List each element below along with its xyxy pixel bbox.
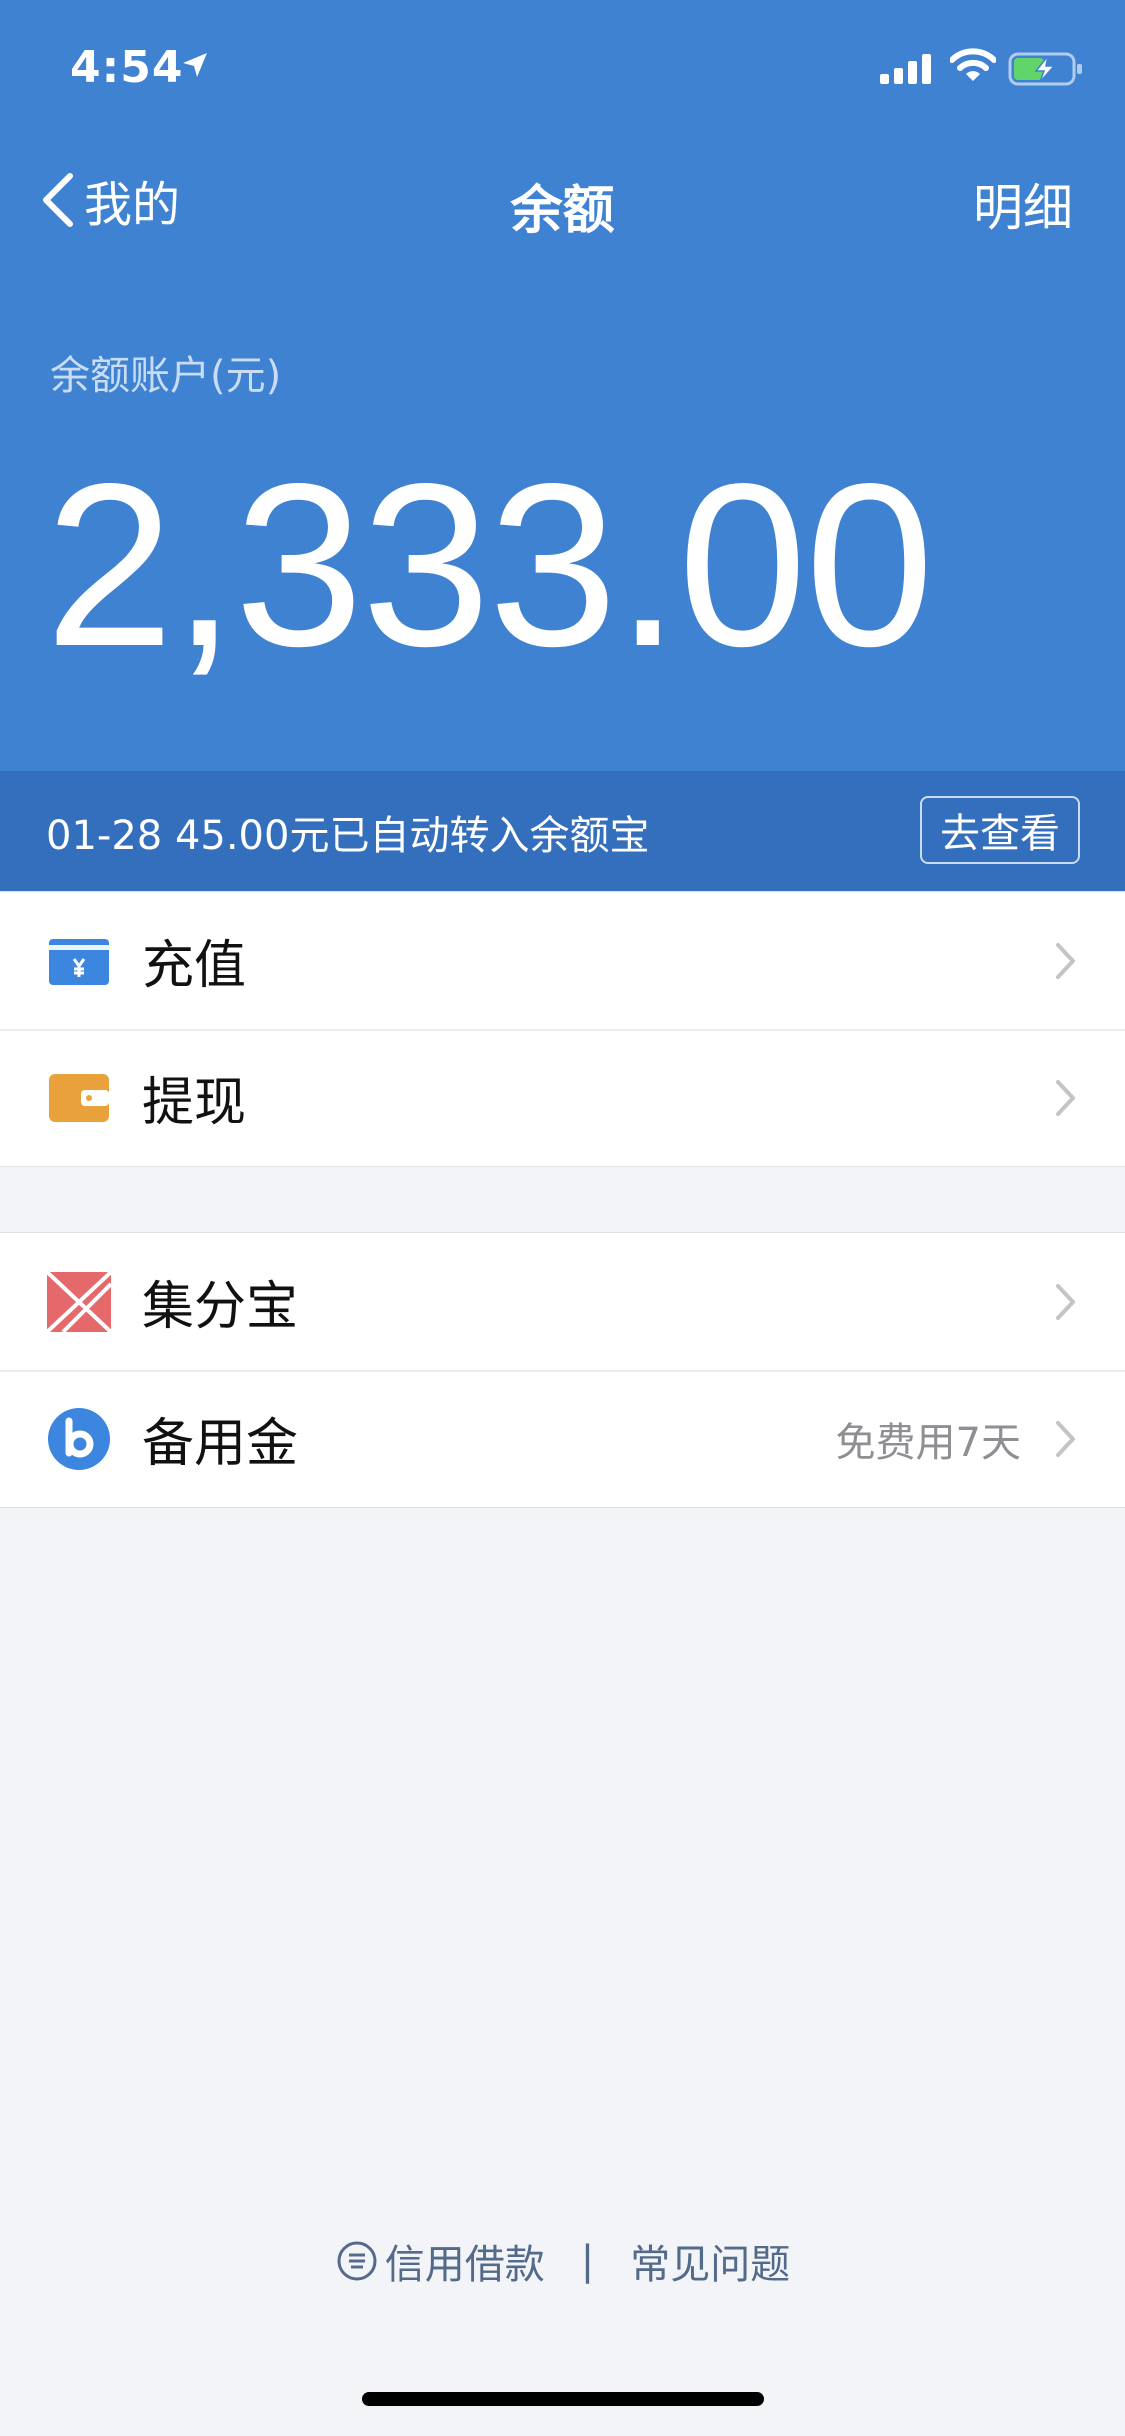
signal-icon: [880, 54, 931, 84]
status-time: 4:54: [70, 42, 184, 93]
banner-text: 01-28 45.00元已自动转入余额宝: [46, 813, 650, 859]
recharge-row[interactable]: 充值: [0, 892, 1125, 1029]
jifenbao-label: 集分宝: [142, 1277, 299, 1337]
location-arrow-icon: [183, 53, 207, 77]
beiyongjin-row[interactable]: 备用金 免费用7天: [0, 1370, 1125, 1507]
credit-loan-link[interactable]: 信用借款: [335, 2232, 545, 2290]
credit-loan-icon: [337, 2241, 377, 2281]
wifi-icon: [950, 48, 996, 81]
faq-link[interactable]: 常见问题: [630, 2232, 790, 2290]
chevron-right-icon: [1056, 943, 1075, 979]
chevron-right-icon: [1056, 1421, 1075, 1457]
footer-links: 信用借款 | 常见问题: [0, 2232, 1125, 2290]
withdraw-row[interactable]: 提现: [0, 1029, 1125, 1166]
home-indicator[interactable]: [362, 2392, 764, 2406]
withdraw-wallet-icon: [49, 1074, 109, 1122]
balance-label: 余额账户(元): [50, 353, 282, 399]
battery-charging-icon: [1008, 52, 1082, 86]
fund-actions-group: 充值 提现: [0, 891, 1125, 1167]
balance-amount: 2,333.00: [45, 436, 934, 695]
services-group: 集分宝 备用金 免费用7天: [0, 1232, 1125, 1508]
credit-loan-label: 信用借款: [384, 2242, 545, 2288]
auto-transfer-banner: 01-28 45.00元已自动转入余额宝 去查看: [0, 771, 1125, 891]
balance-header: 4:54 我的 余额 明细 余额账户(元) 2,333.00: [0, 0, 1125, 771]
back-button[interactable]: 我的: [40, 165, 180, 235]
beiyongjin-label: 备用金: [142, 1414, 299, 1474]
footer-separator: |: [580, 2238, 595, 2284]
view-button[interactable]: 去查看: [920, 796, 1080, 864]
beiyongjin-promo: 免费用7天: [835, 1419, 1021, 1466]
chevron-right-icon: [1056, 1284, 1075, 1320]
chevron-left-icon: [43, 173, 73, 227]
chevron-right-icon: [1056, 1080, 1075, 1116]
jifenbao-row[interactable]: 集分宝: [0, 1233, 1125, 1370]
detail-button[interactable]: 明细: [973, 168, 1073, 240]
withdraw-label: 提现: [142, 1073, 247, 1133]
recharge-label: 充值: [142, 936, 247, 996]
beiyongjin-icon: [48, 1408, 110, 1470]
back-label: 我的: [84, 177, 181, 233]
jifenbao-icon: [47, 1270, 111, 1334]
recharge-card-icon: [49, 939, 109, 985]
